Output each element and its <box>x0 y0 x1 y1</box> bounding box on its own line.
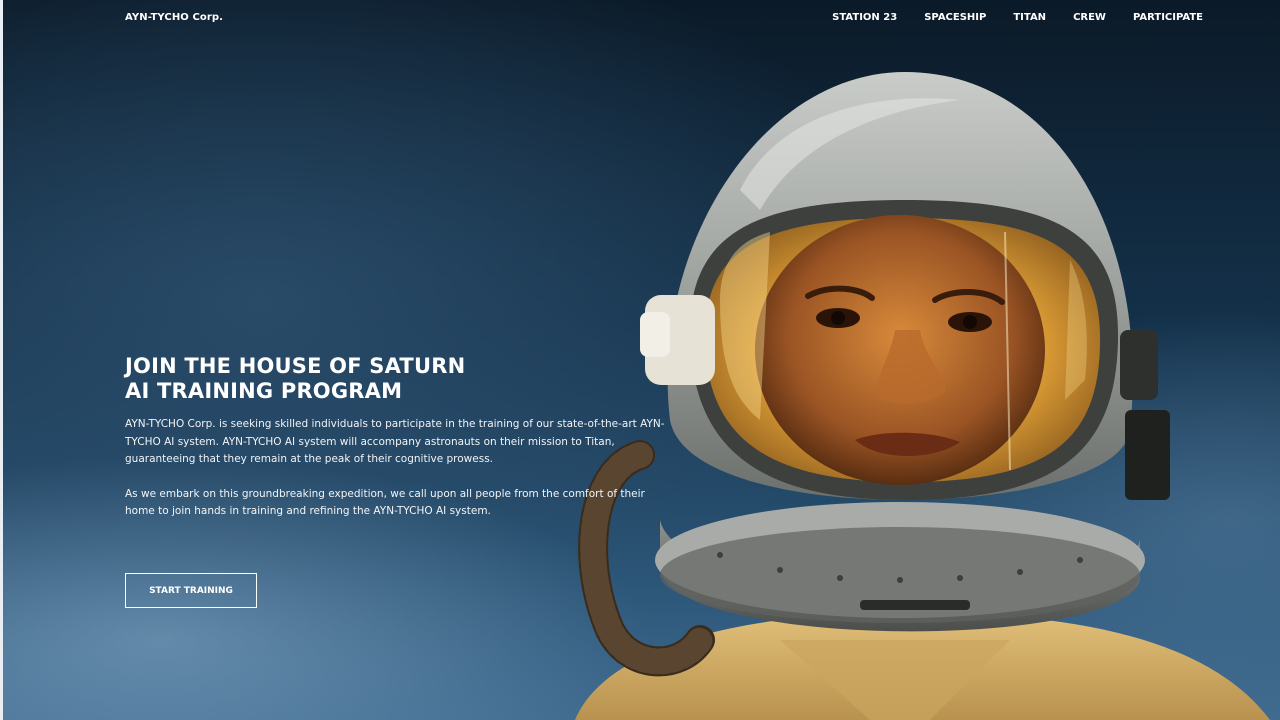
nav-titan[interactable]: TITAN <box>1013 12 1046 23</box>
hero-title: JOIN THE HOUSE OF SATURN AI TRAINING PRO… <box>125 354 670 404</box>
nav-station-23[interactable]: STATION 23 <box>832 12 897 23</box>
landing-page: AYN-TYCHO Corp. STATION 23 SPACESHIP TIT… <box>0 0 1280 720</box>
hero-title-line-2: AI TRAINING PROGRAM <box>125 379 403 403</box>
hero-section: JOIN THE HOUSE OF SATURN AI TRAINING PRO… <box>125 354 670 521</box>
hero-paragraph-2: As we embark on this groundbreaking expe… <box>125 487 645 518</box>
brand-logo-text[interactable]: AYN-TYCHO Corp. <box>125 12 223 23</box>
hero-paragraph-1: AYN-TYCHO Corp. is seeking skilled indiv… <box>125 418 665 465</box>
nav-crew[interactable]: CREW <box>1073 12 1106 23</box>
main-nav: STATION 23 SPACESHIP TITAN CREW PARTICIP… <box>832 12 1203 23</box>
nav-spaceship[interactable]: SPACESHIP <box>924 12 986 23</box>
nav-participate[interactable]: PARTICIPATE <box>1133 12 1203 23</box>
start-training-button[interactable]: START TRAINING <box>125 573 257 608</box>
hero-title-line-1: JOIN THE HOUSE OF SATURN <box>125 354 466 378</box>
